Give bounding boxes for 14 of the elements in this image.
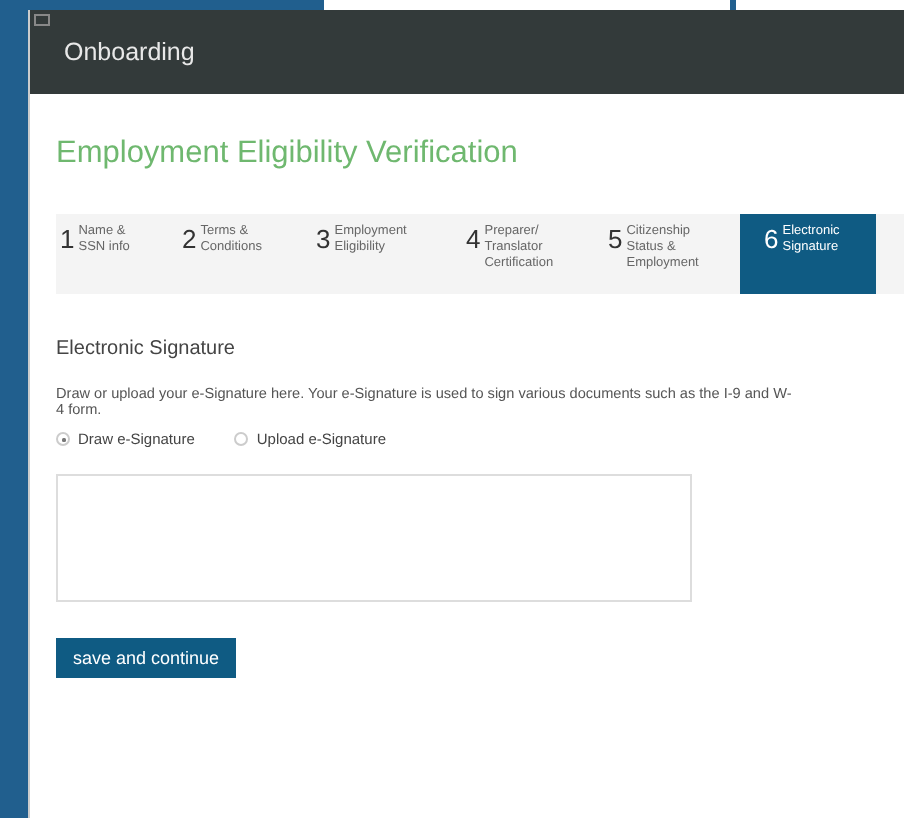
step-number: 4 [466, 226, 481, 252]
page-title: Employment Eligibility Verification [56, 134, 520, 174]
step-number: 5 [608, 226, 623, 252]
section-title: Electronic Signature [56, 338, 237, 360]
window-icon [34, 14, 50, 26]
radio-button[interactable] [56, 432, 70, 446]
step-number: 6 [764, 226, 779, 252]
signature-field[interactable] [56, 474, 692, 602]
step-number: 1 [60, 226, 75, 252]
step-number: 2 [182, 226, 197, 252]
radio-button[interactable] [234, 432, 249, 446]
save-button[interactable]: save and continue [56, 638, 236, 678]
window-title: Onboarding [64, 38, 195, 66]
step-number: 3 [316, 226, 331, 252]
